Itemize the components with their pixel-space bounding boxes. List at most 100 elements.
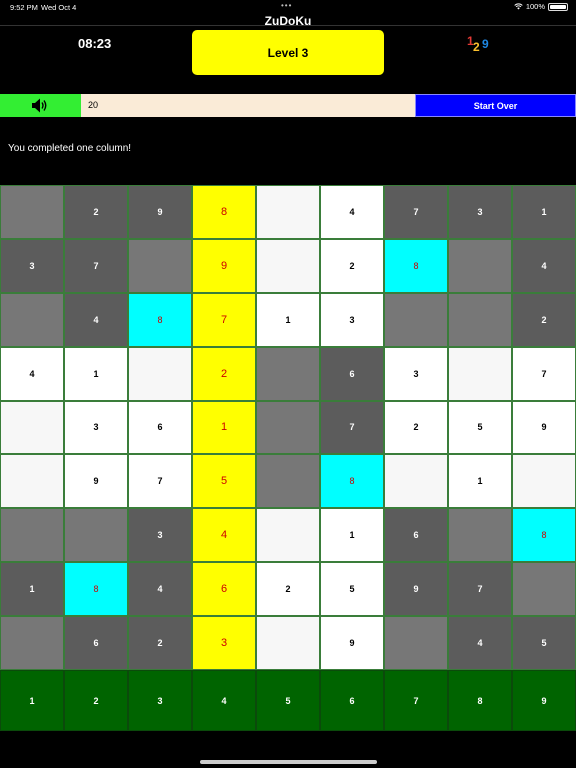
board-cell[interactable]: 3 xyxy=(0,238,64,293)
number-key-5[interactable]: 5 xyxy=(256,670,320,731)
board-cell[interactable]: 3 xyxy=(192,616,256,670)
board-cell[interactable]: 4 xyxy=(192,508,256,563)
board-cell[interactable]: 3 xyxy=(448,185,512,239)
board-cell[interactable] xyxy=(448,346,512,401)
board-cell[interactable]: 9 xyxy=(64,454,128,509)
start-over-button[interactable]: Start Over xyxy=(415,94,576,117)
multitasking-dots-icon[interactable]: ••• xyxy=(281,1,292,10)
board-cell[interactable]: 1 xyxy=(64,346,128,401)
board-cell[interactable]: 6 xyxy=(64,616,128,670)
board-cell[interactable]: 7 xyxy=(512,346,576,401)
status-right: 100% xyxy=(514,2,568,11)
board-cell[interactable] xyxy=(384,292,448,347)
board-cell[interactable]: 2 xyxy=(64,185,128,239)
home-indicator[interactable] xyxy=(200,760,377,764)
board-cell[interactable] xyxy=(128,346,192,401)
status-time: 9:52 PM xyxy=(10,3,38,12)
sound-toggle-button[interactable] xyxy=(0,94,81,117)
board-cell[interactable]: 7 xyxy=(320,400,384,455)
board-cell[interactable]: 3 xyxy=(320,292,384,347)
board-cell[interactable]: 5 xyxy=(448,400,512,455)
board-cell[interactable]: 2 xyxy=(256,562,320,617)
level-button[interactable]: Level 3 xyxy=(192,30,384,75)
board-cell[interactable]: 4 xyxy=(448,616,512,670)
board-cell[interactable]: 4 xyxy=(128,562,192,617)
board-cell[interactable] xyxy=(256,185,320,239)
board-cell[interactable] xyxy=(128,238,192,293)
title-divider xyxy=(0,25,576,26)
board-cell[interactable]: 1 xyxy=(320,508,384,563)
board-cell[interactable] xyxy=(0,400,64,455)
board-cell[interactable] xyxy=(448,238,512,293)
number-key-1[interactable]: 1 xyxy=(0,670,64,731)
board-cell[interactable]: 9 xyxy=(512,400,576,455)
board-cell[interactable]: 8 xyxy=(512,508,576,563)
board-cell[interactable]: 1 xyxy=(192,400,256,455)
board-cell[interactable] xyxy=(512,454,576,509)
board-cell[interactable]: 6 xyxy=(384,508,448,563)
number-key-8[interactable]: 8 xyxy=(448,670,512,731)
board-cell[interactable]: 3 xyxy=(64,400,128,455)
board-cell[interactable]: 2 xyxy=(384,400,448,455)
board-cell[interactable]: 8 xyxy=(384,238,448,293)
number-key-9[interactable]: 9 xyxy=(512,670,576,731)
board-cell[interactable]: 4 xyxy=(320,185,384,239)
board-cell[interactable] xyxy=(0,616,64,670)
board-cell[interactable]: 1 xyxy=(0,562,64,617)
board-cell[interactable]: 1 xyxy=(512,185,576,239)
board-cell[interactable]: 2 xyxy=(512,292,576,347)
board-cell[interactable]: 2 xyxy=(192,346,256,401)
number-key-6[interactable]: 6 xyxy=(320,670,384,731)
board-cell[interactable] xyxy=(512,562,576,617)
board-cell[interactable] xyxy=(0,292,64,347)
board-cell[interactable] xyxy=(256,238,320,293)
board-cell[interactable] xyxy=(448,508,512,563)
board-cell[interactable]: 5 xyxy=(192,454,256,509)
board-cell[interactable] xyxy=(256,400,320,455)
battery-percent: 100% xyxy=(525,2,545,11)
board-cell[interactable]: 5 xyxy=(320,562,384,617)
board-cell[interactable]: 3 xyxy=(384,346,448,401)
board-cell[interactable]: 7 xyxy=(128,454,192,509)
board-cell[interactable] xyxy=(0,185,64,239)
board-cell[interactable]: 1 xyxy=(256,292,320,347)
board-cell[interactable]: 7 xyxy=(64,238,128,293)
battery-icon xyxy=(548,2,568,11)
board-cell[interactable]: 7 xyxy=(192,292,256,347)
number-key-4[interactable]: 4 xyxy=(192,670,256,731)
board-cell[interactable]: 8 xyxy=(64,562,128,617)
board-cell[interactable] xyxy=(0,508,64,563)
board-cell[interactable] xyxy=(0,454,64,509)
board-cell[interactable] xyxy=(256,346,320,401)
board-cell[interactable] xyxy=(256,508,320,563)
board-cell[interactable]: 4 xyxy=(64,292,128,347)
board-cell[interactable] xyxy=(256,454,320,509)
board-cell[interactable] xyxy=(64,508,128,563)
board-cell[interactable]: 4 xyxy=(512,238,576,293)
board-cell[interactable]: 6 xyxy=(128,400,192,455)
board-cell[interactable]: 2 xyxy=(128,616,192,670)
board-cell[interactable]: 4 xyxy=(0,346,64,401)
board-cell[interactable]: 7 xyxy=(448,562,512,617)
number-key-3[interactable]: 3 xyxy=(128,670,192,731)
board-cell[interactable]: 8 xyxy=(128,292,192,347)
board-cell[interactable]: 9 xyxy=(320,616,384,670)
board-cell[interactable] xyxy=(256,616,320,670)
board-cell[interactable]: 5 xyxy=(512,616,576,670)
board-cell[interactable]: 7 xyxy=(384,185,448,239)
number-key-2[interactable]: 2 xyxy=(64,670,128,731)
board-cell[interactable]: 8 xyxy=(192,185,256,239)
board-cell[interactable]: 9 xyxy=(384,562,448,617)
board-cell[interactable]: 8 xyxy=(320,454,384,509)
board-cell[interactable]: 9 xyxy=(128,185,192,239)
board-cell[interactable]: 3 xyxy=(128,508,192,563)
number-key-7[interactable]: 7 xyxy=(384,670,448,731)
board-cell[interactable]: 9 xyxy=(192,238,256,293)
board-cell[interactable] xyxy=(384,616,448,670)
board-cell[interactable]: 6 xyxy=(192,562,256,617)
board-cell[interactable]: 6 xyxy=(320,346,384,401)
board-cell[interactable]: 1 xyxy=(448,454,512,509)
board-cell[interactable] xyxy=(384,454,448,509)
board-cell[interactable]: 2 xyxy=(320,238,384,293)
board-cell[interactable] xyxy=(448,292,512,347)
